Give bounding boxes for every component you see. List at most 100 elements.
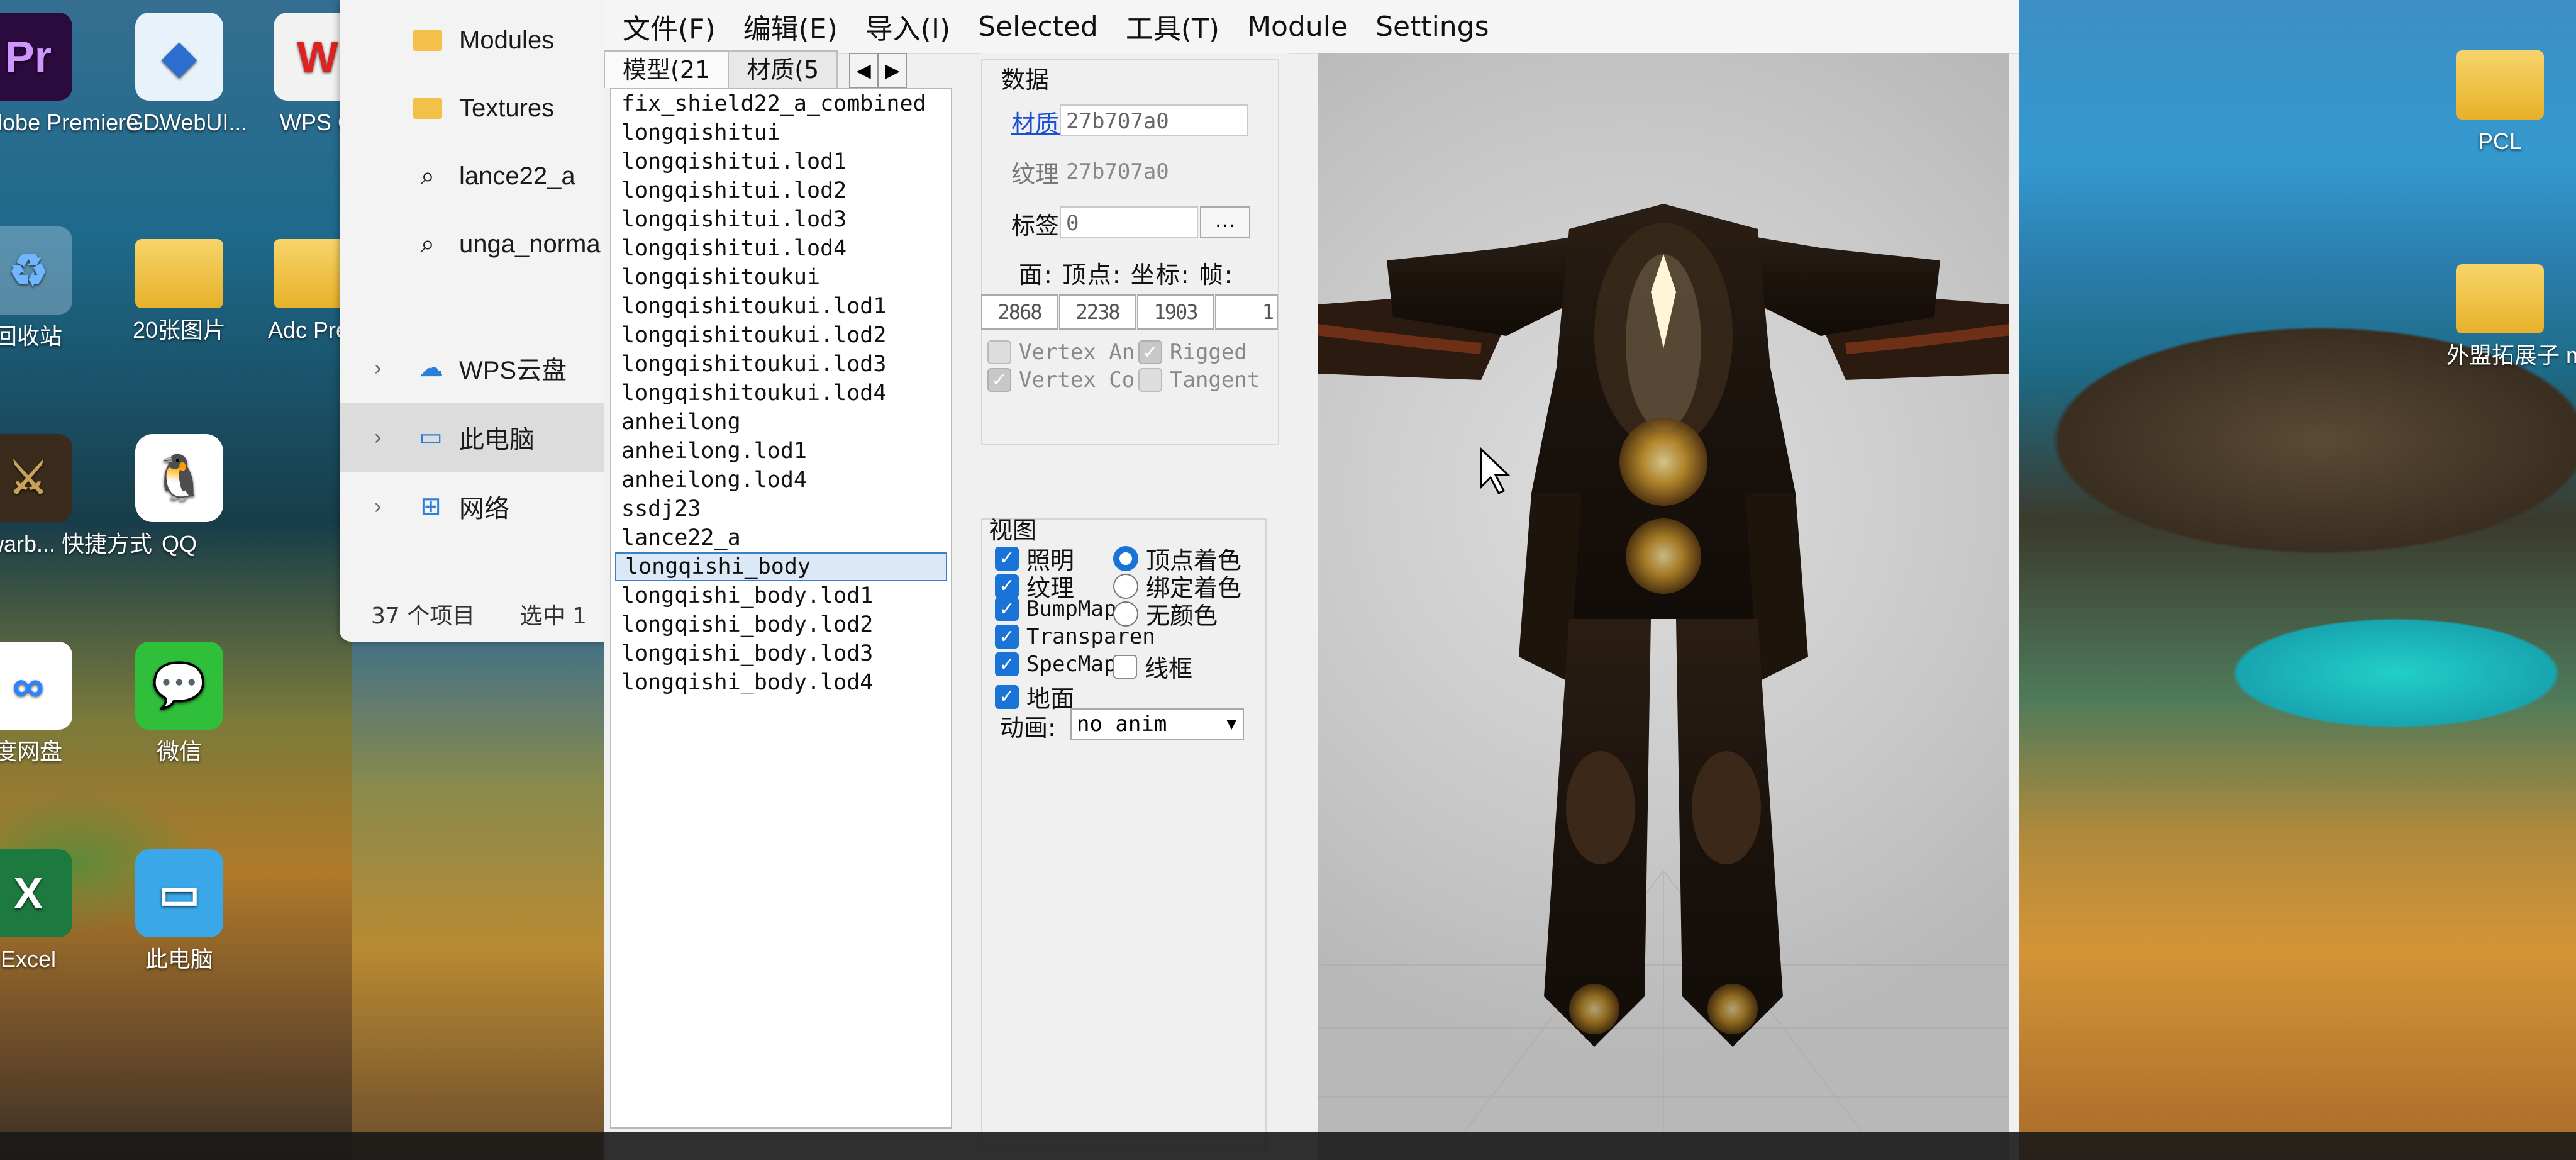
menu-item[interactable]: 导入(I)	[852, 6, 964, 47]
desktop-icon-label: 此电脑	[145, 946, 213, 972]
tab-materials[interactable]: 材质(5	[728, 50, 838, 88]
explorer-item[interactable]: Textures	[340, 74, 604, 142]
view-option-label: SpecMap	[1026, 652, 1117, 677]
vertices-count: 2238	[1059, 294, 1136, 330]
wechat-icon[interactable]: 💬 微信	[126, 642, 233, 766]
explorer-item[interactable]: Modules	[340, 6, 604, 74]
view-option[interactable]: ✓ SpecMap	[995, 652, 1116, 677]
model-list-item[interactable]: longqishitoukui	[611, 263, 951, 292]
folder-shape	[413, 30, 442, 51]
model-list-item[interactable]: longqishitoukui.lod1	[611, 292, 951, 321]
tag-browse-button[interactable]: ...	[1200, 206, 1250, 238]
search-icon: ⌕	[420, 230, 435, 258]
explorer-item[interactable]: ⌕ lance22_a	[340, 142, 604, 210]
chevron-right-icon[interactable]: ›	[374, 356, 381, 381]
menu-item[interactable]: 工具(T)	[1112, 6, 1233, 47]
model-list-item[interactable]: longqishi_body.lod4	[611, 668, 951, 697]
mouse-cursor-icon	[1480, 447, 1511, 495]
model-list-item[interactable]: longqishitui.lod1	[611, 147, 951, 176]
selected-count: 选中 1	[519, 603, 587, 629]
model-list-item[interactable]: longqishitoukui.lod3	[611, 350, 951, 379]
premiere-glyph: Pr	[0, 13, 72, 101]
file-explorer-window: Modules Textures ⌕ lance22_a ⌕ unga_norma › ☁ W…	[340, 0, 604, 642]
model-list-item[interactable]: longqishitoukui.lod2	[611, 321, 951, 350]
model-list-item[interactable]: longqishi_body	[615, 552, 947, 581]
anim-select[interactable]: no anim ▼	[1070, 708, 1244, 740]
nav-item[interactable]: › ⊞ 网络	[340, 472, 604, 541]
model-list[interactable]: fix_shield22_a_combined longqishitui longq…	[610, 88, 952, 1129]
tab-models[interactable]: 模型(21	[604, 50, 730, 88]
tag-field[interactable]: 0	[1060, 206, 1198, 238]
property-panel: 数据 材质: 27b707a0 纹理: 27b707a0 标签: 0 ... 面…	[981, 53, 1289, 1160]
shading-radio[interactable]	[1113, 601, 1138, 627]
model-list-item[interactable]: longqishitui.lod2	[611, 176, 951, 205]
folder-icon	[412, 96, 443, 121]
view-checkbox[interactable]: ✓	[995, 625, 1019, 649]
chevron-right-icon[interactable]: ›	[374, 425, 381, 450]
qq-icon[interactable]: 🐧 QQ	[126, 434, 233, 559]
model-list-item[interactable]: anheilong.lod4	[611, 466, 951, 494]
menu-item[interactable]: 文件(F)	[604, 6, 730, 47]
excel-icon[interactable]: X Excel	[0, 849, 82, 974]
model-list-item[interactable]: longqishi_body.lod3	[611, 639, 951, 668]
view-checkbox[interactable]: ✓	[995, 652, 1019, 676]
stats-header: 面: 顶点: 坐标: 帧:	[1019, 261, 1234, 289]
recycle-bin-icon[interactable]: ♻ 回收站	[0, 226, 82, 351]
external-extension-folder-icon[interactable]: 外盟拓展子 mod（基...	[2446, 252, 2576, 370]
material-field[interactable]: 27b707a0	[1060, 104, 1248, 136]
baidu-netdisk-icon[interactable]: ∞ 度网盘	[0, 642, 82, 766]
3d-viewport[interactable]	[1318, 53, 2009, 1160]
model-list-item[interactable]: lance22_a	[611, 523, 951, 552]
model-list-item[interactable]: ssdj23	[611, 494, 951, 523]
explorer-item[interactable]: ⌕ unga_norma	[340, 210, 604, 278]
view-option[interactable]: ✓ BumpMap	[995, 596, 1116, 622]
model-list-item[interactable]: longqishitui	[611, 118, 951, 147]
model-list-item[interactable]: fix_shield22_a_combined	[611, 89, 951, 118]
view-checkbox[interactable]: ✓	[995, 597, 1019, 621]
excel-glyph: X	[0, 849, 72, 937]
model-list-item[interactable]: longqishi_body.lod2	[611, 610, 951, 639]
folder-20-images-icon[interactable]: 20张图片	[126, 226, 233, 345]
nav-item[interactable]: › ▭ 此电脑	[340, 403, 604, 472]
pcl-folder-icon[interactable]: PCL	[2446, 38, 2553, 156]
view-checkbox[interactable]: ✓	[995, 684, 1019, 709]
nav-item[interactable]: › ☁ WPS云盘	[340, 333, 604, 403]
view-checkbox[interactable]: ✓	[995, 574, 1019, 598]
this-pc-icon[interactable]: ▭ 此电脑	[126, 849, 233, 974]
menu-item[interactable]: Settings	[1362, 11, 1502, 43]
premiere-icon[interactable]: Pr Adobe Premiere ...	[0, 13, 164, 137]
warband-shortcut-icon[interactable]: ⚔ _warb... 快捷方式	[0, 434, 152, 559]
desktop-icon-label: 回收站	[0, 323, 62, 349]
chevron-right-icon[interactable]: ›	[374, 494, 381, 519]
model-list-item[interactable]: longqishitoukui.lod4	[611, 379, 951, 408]
shading-option[interactable]: 无颜色	[1113, 596, 1218, 631]
wireframe-toggle[interactable]: 线框	[1113, 649, 1192, 684]
model-list-item[interactable]: longqishitui.lod4	[611, 234, 951, 263]
desktop-icon-label: GDWebUI...	[126, 109, 248, 135]
shading-radio[interactable]	[1113, 573, 1138, 599]
flag-label: Tangent	[1170, 367, 1260, 393]
model-list-item[interactable]: anheilong.lod1	[611, 437, 951, 466]
wireframe-checkbox[interactable]	[1113, 654, 1137, 679]
model-list-item[interactable]: anheilong	[611, 408, 951, 437]
flag-checkbox	[987, 340, 1011, 364]
menu-item[interactable]: Module	[1233, 11, 1362, 43]
model-list-item[interactable]: longqishi_body.lod1	[611, 581, 951, 610]
tab-scroll-right-button[interactable]: ▶	[878, 53, 908, 88]
desktop-icon-label: 外盟拓展子 mod（基...	[2446, 342, 2576, 368]
texture-label: 纹理:	[1011, 160, 1067, 188]
menu-item[interactable]: 编辑(E)	[730, 6, 852, 47]
model-list-item[interactable]: longqishitui.lod3	[611, 205, 951, 234]
nav-item-label: WPS云盘	[459, 357, 567, 384]
shading-radio[interactable]	[1113, 545, 1138, 571]
menu-item[interactable]: Selected	[964, 11, 1112, 43]
gdwebui-icon[interactable]: ◆ GDWebUI...	[126, 13, 248, 137]
tab-scroll-left-button[interactable]: ◀	[849, 53, 879, 88]
nav-item-label: 网络	[459, 495, 509, 523]
material-link[interactable]: 材质:	[1011, 104, 1067, 139]
view-checkbox[interactable]: ✓	[995, 546, 1019, 571]
baidu-netdisk-glyph: ∞	[0, 642, 72, 730]
nav-item-label: 此电脑	[459, 426, 535, 454]
explorer-status-bar: 37 个项目 选中 1	[371, 598, 625, 630]
mesh-flag: Tangent	[1138, 367, 1260, 393]
